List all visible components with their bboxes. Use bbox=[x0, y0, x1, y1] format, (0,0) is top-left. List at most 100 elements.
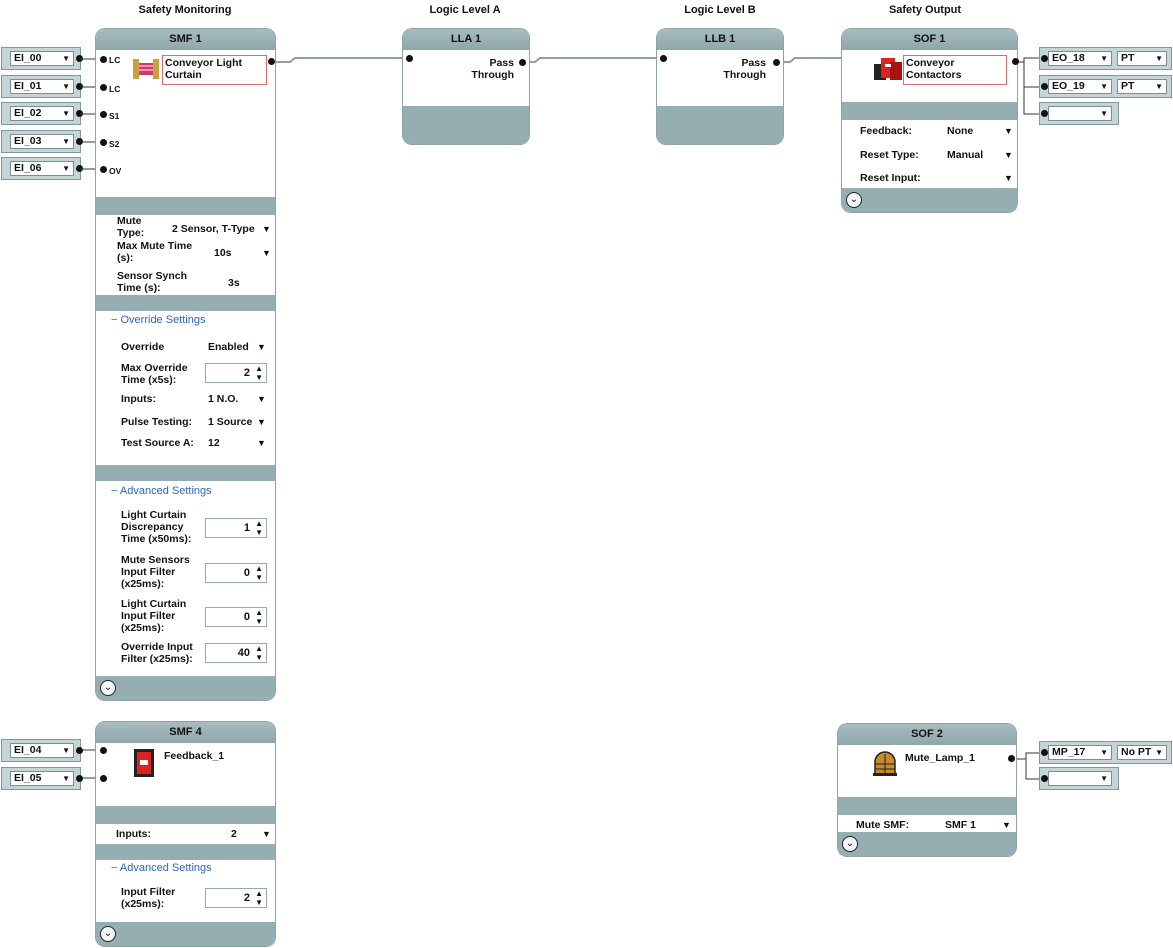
spinner-icon[interactable]: ▲ ▼ bbox=[255, 608, 263, 626]
spinner-icon[interactable]: ▲ ▼ bbox=[255, 519, 263, 537]
pin-dot[interactable] bbox=[100, 775, 107, 782]
smf4-filter-label: Input Filter (x25ms): bbox=[121, 886, 176, 910]
dropdown-caret-icon: ▼ bbox=[62, 774, 70, 783]
dropdown-caret-icon: ▼ bbox=[1100, 54, 1108, 63]
mute-type-label: Mute Type: bbox=[117, 215, 145, 239]
override-label: Override bbox=[121, 341, 165, 353]
sensor-synch-value: 3s bbox=[228, 277, 240, 289]
feedback-value[interactable]: None bbox=[947, 125, 973, 137]
dropdown-caret-icon[interactable]: ▼ bbox=[1004, 173, 1013, 183]
sof1-name-field[interactable]: Conveyor Contactors bbox=[903, 55, 1007, 85]
smf4-inputs-value[interactable]: 2 bbox=[231, 828, 237, 840]
output-selector-eo18[interactable]: EO_18 ▼ PT ▼ bbox=[1040, 48, 1171, 69]
pulse-testing-label: Pulse Testing: bbox=[121, 416, 192, 428]
spinner-icon[interactable]: ▲ ▼ bbox=[255, 889, 263, 907]
connection-dot[interactable] bbox=[1041, 749, 1048, 756]
lc-filter-spinner[interactable]: 0 ▲ ▼ bbox=[205, 607, 267, 627]
lc-discrepancy-spinner[interactable]: 1 ▲ ▼ bbox=[205, 518, 267, 538]
dropdown-caret-icon: ▼ bbox=[1100, 774, 1108, 783]
test-source-value[interactable]: 12 bbox=[208, 437, 220, 449]
mute-type-value[interactable]: 2 Sensor, T-Type bbox=[172, 223, 255, 235]
sof2-name[interactable]: Mute_Lamp_1 bbox=[905, 752, 975, 764]
connection-dot[interactable] bbox=[76, 747, 83, 754]
input-label: EI_05 bbox=[14, 772, 42, 784]
pulse-test-label: PT bbox=[1121, 80, 1135, 92]
dropdown-caret-icon[interactable]: ▼ bbox=[257, 417, 266, 427]
collapse-icon: − bbox=[111, 314, 118, 326]
output-selector-empty[interactable]: ▼ bbox=[1040, 768, 1118, 789]
spinner-icon[interactable]: ▲ ▼ bbox=[255, 364, 263, 382]
expand-icon[interactable]: ⌄ bbox=[846, 192, 862, 208]
max-override-time-spinner[interactable]: 2 ▲ ▼ bbox=[205, 363, 267, 383]
output-label: MP_17 bbox=[1052, 746, 1086, 758]
expand-icon[interactable]: ⌄ bbox=[842, 836, 858, 852]
collapse-icon: − bbox=[111, 485, 118, 497]
spinner-icon[interactable]: ▲ ▼ bbox=[255, 644, 263, 662]
dropdown-caret-icon[interactable]: ▼ bbox=[257, 342, 266, 352]
pin-dot[interactable] bbox=[100, 139, 107, 146]
input-selector-ei05[interactable]: EI_05 ▼ bbox=[2, 768, 80, 789]
lla1-block[interactable]: LLA 1 bbox=[403, 29, 529, 144]
dropdown-caret-icon[interactable]: ▼ bbox=[257, 438, 266, 448]
expand-icon[interactable]: ⌄ bbox=[100, 926, 116, 942]
smf4-advanced-settings-header[interactable]: − Advanced Settings bbox=[111, 862, 212, 874]
output-selector-eo19[interactable]: EO_19 ▼ PT ▼ bbox=[1040, 76, 1171, 97]
pin-dot[interactable] bbox=[100, 111, 107, 118]
dropdown-caret-icon: ▼ bbox=[1155, 748, 1163, 757]
sof2-block[interactable]: SOF 2 ⌄ bbox=[838, 724, 1016, 856]
dropdown-caret-icon[interactable]: ▼ bbox=[1002, 820, 1011, 830]
spinner-value: 40 bbox=[237, 647, 250, 659]
pulse-testing-value[interactable]: 1 Source bbox=[208, 416, 252, 428]
connection-dot[interactable] bbox=[1041, 83, 1048, 90]
connection-dot[interactable] bbox=[1041, 775, 1048, 782]
output-pin-dot[interactable] bbox=[773, 59, 780, 66]
dropdown-caret-icon[interactable]: ▼ bbox=[262, 224, 271, 234]
dropdown-caret-icon[interactable]: ▼ bbox=[257, 394, 266, 404]
advanced-settings-header[interactable]: − Advanced Settings bbox=[111, 485, 212, 497]
connection-dot[interactable] bbox=[76, 775, 83, 782]
input-selector-ei04[interactable]: EI_04 ▼ bbox=[2, 740, 80, 761]
output-selector-empty[interactable]: ▼ bbox=[1040, 103, 1118, 124]
output-pin-dot[interactable] bbox=[519, 59, 526, 66]
llb1-block[interactable]: LLB 1 bbox=[657, 29, 783, 144]
section-divider bbox=[96, 806, 275, 824]
contactor-icon bbox=[874, 58, 902, 80]
reset-input-label: Reset Input: bbox=[860, 172, 921, 184]
section-divider bbox=[96, 844, 275, 860]
output-pin-dot[interactable] bbox=[268, 58, 275, 65]
override-settings-header[interactable]: − Override Settings bbox=[111, 314, 205, 326]
reset-type-value[interactable]: Manual bbox=[947, 149, 983, 161]
section-divider bbox=[842, 102, 1017, 120]
max-mute-time-value[interactable]: 10s bbox=[214, 247, 232, 259]
connection-dot[interactable] bbox=[1041, 110, 1048, 117]
pin-dot[interactable] bbox=[100, 747, 107, 754]
footer-band bbox=[842, 188, 1017, 212]
connection-dot[interactable] bbox=[1041, 55, 1048, 62]
input-pin-dot[interactable] bbox=[660, 55, 667, 62]
smf4-filter-spinner[interactable]: 2 ▲ ▼ bbox=[205, 888, 267, 908]
smf1-name-field[interactable]: Conveyor Light Curtain bbox=[162, 55, 267, 85]
output-pin-dot[interactable] bbox=[1012, 58, 1019, 65]
spinner-icon[interactable]: ▲ ▼ bbox=[255, 564, 263, 582]
expand-icon[interactable]: ⌄ bbox=[100, 680, 116, 696]
smf4-name[interactable]: Feedback_1 bbox=[164, 750, 224, 762]
mute-smf-value[interactable]: SMF 1 bbox=[945, 819, 976, 831]
dropdown-caret-icon[interactable]: ▼ bbox=[262, 248, 271, 258]
inputs-value[interactable]: 1 N.O. bbox=[208, 393, 238, 405]
dropdown-caret-icon[interactable]: ▼ bbox=[1004, 126, 1013, 136]
override-filter-spinner[interactable]: 40 ▲ ▼ bbox=[205, 643, 267, 663]
lla1-function: Pass Through bbox=[471, 57, 514, 81]
pin-dot[interactable] bbox=[100, 56, 107, 63]
mute-filter-spinner[interactable]: 0 ▲ ▼ bbox=[205, 563, 267, 583]
pin-dot[interactable] bbox=[100, 84, 107, 91]
pin-dot[interactable] bbox=[100, 166, 107, 173]
override-value[interactable]: Enabled bbox=[208, 341, 249, 353]
max-override-time-label: Max Override Time (x5s): bbox=[121, 362, 188, 386]
dropdown-caret-icon[interactable]: ▼ bbox=[1004, 150, 1013, 160]
input-pin-dot[interactable] bbox=[406, 55, 413, 62]
spinner-value: 0 bbox=[243, 611, 250, 623]
footer-band bbox=[657, 106, 783, 144]
dropdown-caret-icon[interactable]: ▼ bbox=[262, 829, 271, 839]
output-pin-dot[interactable] bbox=[1008, 755, 1015, 762]
output-selector-mp17[interactable]: MP_17 ▼ No PT ▼ bbox=[1040, 742, 1171, 763]
